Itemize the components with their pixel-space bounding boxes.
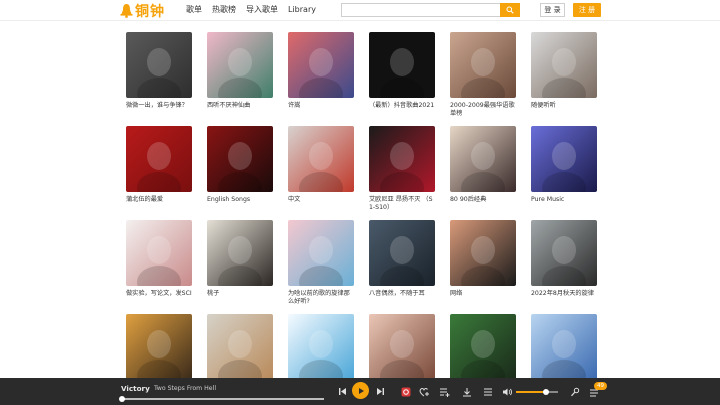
microphone-icon — [570, 387, 579, 396]
playlist-cover[interactable] — [207, 314, 273, 380]
add-to-queue-button[interactable] — [439, 386, 450, 397]
next-button[interactable] — [375, 386, 386, 397]
netease-source-button[interactable] — [400, 386, 411, 397]
track-title: Victory — [121, 384, 150, 393]
playlist-cover[interactable] — [369, 220, 435, 286]
playlist-cover[interactable] — [288, 314, 354, 380]
playlist-card[interactable]: 随便听听 — [531, 32, 597, 110]
playlist-title[interactable]: 80 90后经典 — [450, 196, 516, 204]
playlist-cover[interactable] — [126, 220, 192, 286]
playlist-cover[interactable] — [288, 32, 354, 98]
player-bar: Victory Two Steps From Hell 49 — [0, 378, 720, 405]
play-button[interactable] — [352, 382, 369, 399]
playlist-card[interactable]: English Songs — [207, 126, 273, 204]
playlist-card[interactable] — [288, 314, 354, 384]
playlist-title[interactable]: （最新）抖音歌曲2021 — [369, 102, 435, 110]
progress-knob[interactable] — [119, 396, 125, 402]
playlist-grid: 微微一出，谁与争锋？ 西听不厌神仙曲 许嵩 （最新）抖音歌曲2021 2000-2009… — [0, 0, 720, 380]
play-icon — [358, 387, 364, 394]
heart-plus-icon — [419, 387, 429, 396]
playlist-title[interactable]: 中文 — [288, 196, 354, 204]
playlist-card[interactable]: 2022年8月秋天的旋律 — [531, 220, 597, 298]
playlist-cover[interactable] — [126, 314, 192, 380]
playlist-card[interactable]: 80 90后经典 — [450, 126, 516, 204]
playlist-cover[interactable] — [450, 32, 516, 98]
volume-level — [516, 391, 547, 393]
playlist-card[interactable]: 蒲北伍的最爱 — [126, 126, 192, 204]
playlist-cover[interactable] — [207, 126, 273, 192]
playlist-cover[interactable] — [531, 314, 597, 380]
playlist-card[interactable] — [450, 314, 516, 384]
playlist-cover[interactable] — [369, 32, 435, 98]
playlist-title[interactable]: 许嵩 — [288, 102, 354, 110]
playlist-cover[interactable] — [288, 126, 354, 192]
download-button[interactable] — [461, 386, 472, 397]
playlist-title[interactable]: 蒲北伍的最爱 — [126, 196, 192, 204]
playlist-card[interactable]: 八音偶然，不随于耳 — [369, 220, 435, 298]
next-icon — [377, 388, 384, 395]
playlist-cover[interactable] — [531, 32, 597, 98]
playlist-cover[interactable] — [450, 220, 516, 286]
list-icon — [483, 388, 492, 395]
volume-slider[interactable] — [516, 389, 558, 395]
playlist-title[interactable]: 西听不厌神仙曲 — [207, 102, 273, 110]
playlist-card[interactable]: 桃子 — [207, 220, 273, 298]
previous-button[interactable] — [337, 386, 348, 397]
track-artist: Two Steps From Hell — [154, 385, 217, 392]
playlist-cover[interactable] — [450, 126, 516, 192]
playlist-cover[interactable] — [450, 314, 516, 380]
playlist-cover[interactable] — [369, 314, 435, 380]
playlist-card[interactable]: 微微一出，谁与争锋？ — [126, 32, 192, 110]
playlist-title[interactable]: 网络 — [450, 290, 516, 298]
playlist-card[interactable] — [126, 314, 192, 384]
playlist-card[interactable]: （最新）抖音歌曲2021 — [369, 32, 435, 110]
volume-button[interactable] — [502, 386, 513, 397]
lyrics-button[interactable] — [569, 386, 580, 397]
playlist-title[interactable]: 随便听听 — [531, 102, 597, 110]
playlist-card[interactable]: 中文 — [288, 126, 354, 204]
playlist-card[interactable]: 西听不厌神仙曲 — [207, 32, 273, 110]
playlist-title[interactable]: 2000-2009最强华语歌单榜 — [450, 102, 516, 118]
playlist-cover[interactable] — [531, 220, 597, 286]
playlist-title[interactable]: 八音偶然，不随于耳 — [369, 290, 435, 298]
playlist-card[interactable]: 网络 — [450, 220, 516, 298]
queue-count-badge: 49 — [594, 382, 607, 390]
playlist-cover[interactable] — [207, 32, 273, 98]
playlist-card[interactable] — [369, 314, 435, 384]
playlist-card[interactable]: 许嵩 — [288, 32, 354, 110]
playlist-cover[interactable] — [288, 220, 354, 286]
playlist-button[interactable] — [482, 386, 493, 397]
progress-bar[interactable] — [119, 396, 324, 402]
playlist-card[interactable]: 艾欧尼亚 昂扬不灭 （S1-S10） — [369, 126, 435, 212]
playlist-cover[interactable] — [207, 220, 273, 286]
download-icon — [462, 387, 471, 396]
previous-icon — [339, 388, 346, 395]
queue-add-icon — [440, 388, 450, 397]
playlist-cover[interactable] — [126, 32, 192, 98]
source-logo-icon — [401, 387, 410, 396]
playlist-cover[interactable] — [369, 126, 435, 192]
playlist-title[interactable]: English Songs — [207, 196, 273, 204]
playlist-title[interactable]: Pure Music — [531, 196, 597, 204]
playlist-card[interactable]: Pure Music — [531, 126, 597, 204]
playlist-card[interactable]: 为啥以前的歌的旋律那么好听? — [288, 220, 354, 306]
playlist-title[interactable]: 做实验，写论文，发SCI — [126, 290, 192, 298]
volume-icon — [503, 388, 513, 395]
playlist-card[interactable] — [207, 314, 273, 384]
volume-knob[interactable] — [543, 389, 550, 395]
playlist-card[interactable] — [531, 314, 597, 384]
playlist-card[interactable]: 2000-2009最强华语歌单榜 — [450, 32, 516, 118]
playlist-cover[interactable] — [531, 126, 597, 192]
playlist-cover[interactable] — [126, 126, 192, 192]
playlist-title[interactable]: 微微一出，谁与争锋？ — [126, 102, 192, 110]
like-button[interactable] — [419, 386, 430, 397]
playlist-title[interactable]: 2022年8月秋天的旋律 — [531, 290, 597, 298]
playlist-title[interactable]: 为啥以前的歌的旋律那么好听? — [288, 290, 354, 306]
playlist-card[interactable]: 做实验，写论文，发SCI — [126, 220, 192, 298]
playlist-title[interactable]: 艾欧尼亚 昂扬不灭 （S1-S10） — [369, 196, 435, 212]
playlist-title[interactable]: 桃子 — [207, 290, 273, 298]
